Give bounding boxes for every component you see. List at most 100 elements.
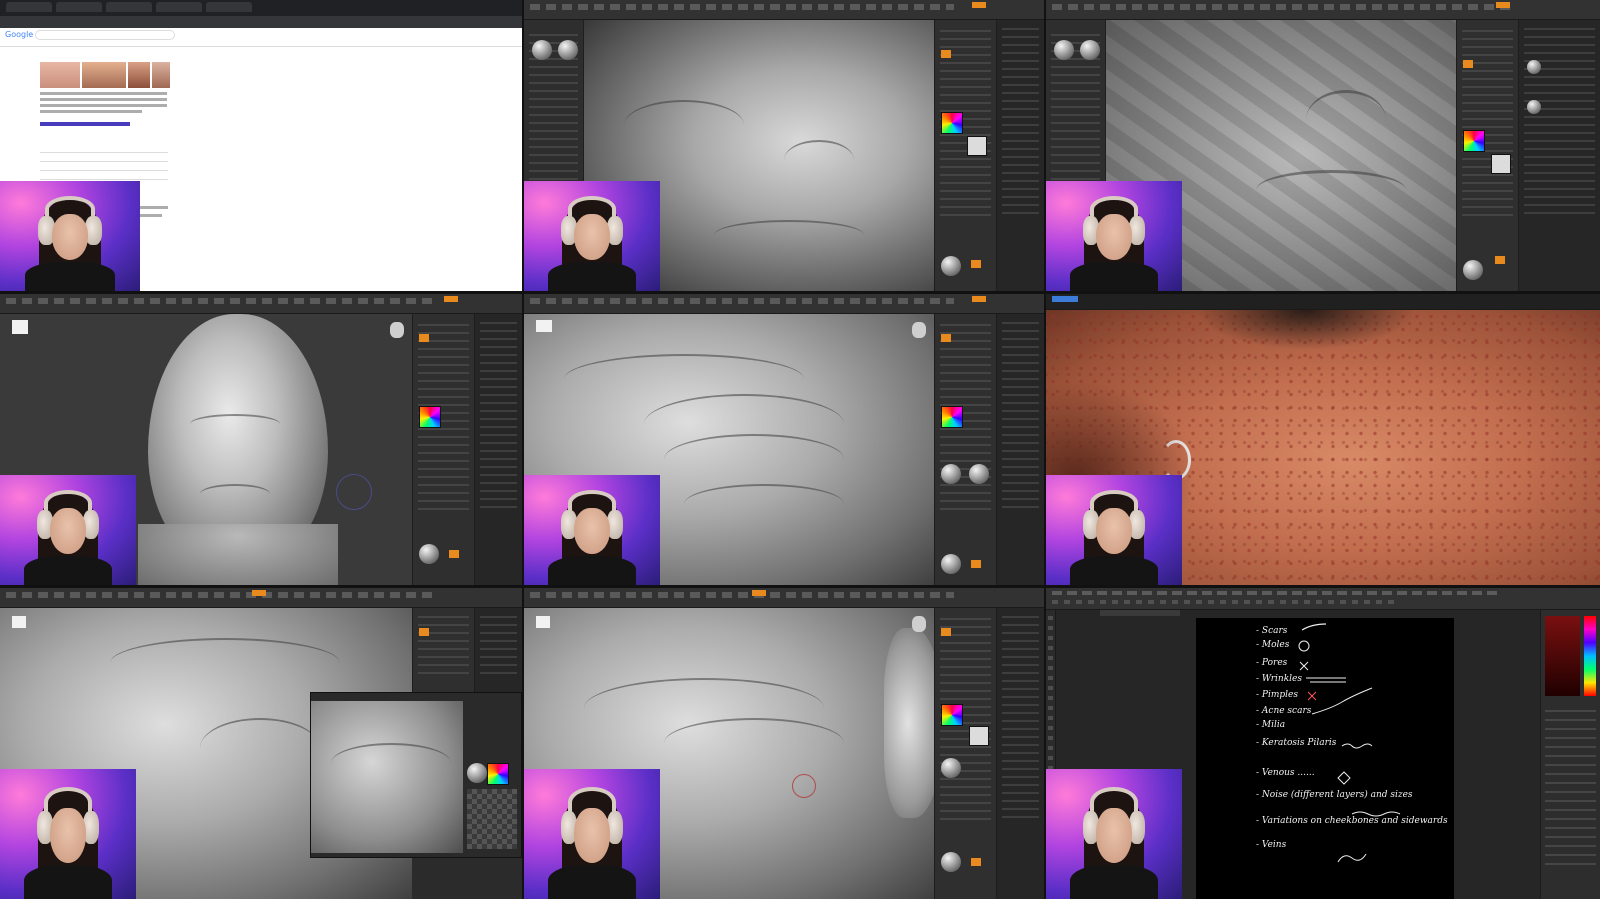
view-gizmo-icon[interactable] bbox=[390, 322, 404, 338]
subtool-thumbnail-icon[interactable] bbox=[1527, 60, 1541, 74]
search-input[interactable] bbox=[35, 30, 175, 40]
webcam-overlay bbox=[0, 181, 140, 291]
zbrush-subtool-palette[interactable] bbox=[474, 608, 522, 692]
zbrush-brush-palette[interactable] bbox=[934, 20, 996, 291]
browser-tab-bar bbox=[0, 0, 522, 16]
photoshop-panel: - Scars - Moles - Pores - Wrinkles - Pim… bbox=[1046, 588, 1600, 899]
color-picker-icon[interactable] bbox=[941, 704, 963, 726]
material-sphere-icon[interactable] bbox=[941, 554, 961, 574]
browser-tab[interactable] bbox=[6, 2, 52, 12]
result-image[interactable] bbox=[152, 62, 170, 88]
material-sphere-icon[interactable] bbox=[532, 40, 552, 60]
orange-toggle-button[interactable] bbox=[1463, 60, 1473, 68]
result-link[interactable] bbox=[40, 122, 130, 126]
orange-toggle-button[interactable] bbox=[971, 560, 981, 568]
result-image[interactable] bbox=[40, 62, 80, 88]
zbrush-menubar[interactable] bbox=[524, 294, 1044, 314]
orange-toggle-button[interactable] bbox=[971, 260, 981, 268]
color-picker-icon[interactable] bbox=[487, 763, 509, 785]
model-thumbnail-icon bbox=[12, 616, 26, 628]
zbrush-panel-eye bbox=[524, 294, 1044, 585]
eye-region bbox=[1196, 310, 1416, 350]
color-picker-icon[interactable] bbox=[941, 406, 963, 428]
zbrush-brush-palette[interactable] bbox=[412, 314, 474, 585]
material-sphere-icon[interactable] bbox=[941, 256, 961, 276]
orange-toggle-button[interactable] bbox=[941, 628, 951, 636]
zbrush-panel-reference bbox=[0, 588, 522, 899]
browser-tab[interactable] bbox=[56, 2, 102, 12]
view-gizmo-icon[interactable] bbox=[912, 322, 926, 338]
orange-toggle-button[interactable] bbox=[449, 550, 459, 558]
photoshop-menubar[interactable] bbox=[1046, 588, 1600, 610]
color-picker-icon[interactable] bbox=[941, 112, 963, 134]
zbrush-menubar[interactable] bbox=[524, 588, 1044, 608]
address-bar[interactable] bbox=[0, 16, 522, 28]
zbrush-brush-palette[interactable] bbox=[934, 314, 996, 585]
zbrush-panel-lowpoly bbox=[1046, 0, 1600, 291]
transparency-grid bbox=[467, 789, 517, 849]
zbrush-menubar[interactable] bbox=[524, 0, 1044, 20]
material-sphere-icon[interactable] bbox=[941, 758, 961, 778]
orange-toggle-button[interactable] bbox=[419, 334, 429, 342]
orange-toggle-button[interactable] bbox=[971, 858, 981, 866]
people-also-ask-row[interactable] bbox=[40, 152, 168, 153]
zbrush-subtool-palette[interactable] bbox=[474, 314, 522, 585]
orange-toggle-button[interactable] bbox=[941, 50, 951, 58]
material-sphere-icon[interactable] bbox=[941, 852, 961, 872]
photoshop-color-panel[interactable] bbox=[1540, 610, 1600, 899]
alpha-thumbnail-icon[interactable] bbox=[1491, 154, 1511, 174]
people-also-ask-row[interactable] bbox=[40, 161, 168, 162]
zbrush-brush-palette[interactable] bbox=[934, 608, 996, 899]
brush-sphere-icon[interactable] bbox=[558, 40, 578, 60]
subtool-thumbnail-icon[interactable] bbox=[1527, 100, 1541, 114]
zbrush-subtool-palette[interactable] bbox=[996, 608, 1044, 899]
zbrush-menubar[interactable] bbox=[0, 294, 522, 314]
webcam-overlay bbox=[1046, 769, 1182, 899]
result-image[interactable] bbox=[82, 62, 126, 88]
webcam-overlay bbox=[524, 769, 660, 899]
zbrush-menubar[interactable] bbox=[0, 588, 522, 608]
browser-tab[interactable] bbox=[156, 2, 202, 12]
google-logo[interactable]: Google bbox=[5, 30, 33, 39]
people-also-ask-row[interactable] bbox=[40, 170, 168, 171]
color-picker-icon[interactable] bbox=[1463, 130, 1485, 152]
results-tabs-divider bbox=[0, 46, 522, 47]
orange-toggle-button[interactable] bbox=[419, 628, 429, 636]
zbrush-subtool-palette[interactable] bbox=[996, 20, 1044, 291]
orange-toggle-button[interactable] bbox=[1495, 256, 1505, 264]
view-gizmo-icon[interactable] bbox=[912, 616, 926, 632]
snippet-line bbox=[40, 98, 167, 101]
orange-toggle-button[interactable] bbox=[941, 334, 951, 342]
zbrush-menubar[interactable] bbox=[1046, 0, 1600, 20]
color-picker-icon[interactable] bbox=[419, 406, 441, 428]
skin-reference-panel bbox=[1046, 294, 1600, 585]
material-sphere-icon[interactable] bbox=[941, 464, 961, 484]
zbrush-brush-palette[interactable] bbox=[1456, 20, 1518, 291]
alpha-thumbnail-icon[interactable] bbox=[969, 726, 989, 746]
material-sphere-icon[interactable] bbox=[419, 544, 439, 564]
zbrush-subtool-palette[interactable] bbox=[1518, 20, 1600, 291]
zbrush-subtool-palette[interactable] bbox=[996, 314, 1044, 585]
alpha-thumbnail-icon[interactable] bbox=[967, 136, 987, 156]
browser-tab[interactable] bbox=[206, 2, 252, 12]
webcam-overlay bbox=[0, 475, 136, 585]
image-viewer-bar[interactable] bbox=[1046, 294, 1600, 310]
zbrush-brush-palette[interactable] bbox=[412, 608, 474, 692]
material-sphere-icon[interactable] bbox=[1054, 40, 1074, 60]
people-also-ask-row[interactable] bbox=[40, 179, 168, 180]
brush-cursor-icon bbox=[792, 774, 816, 798]
webcam-overlay bbox=[1046, 181, 1182, 291]
browser-tab[interactable] bbox=[106, 2, 152, 12]
material-sphere-icon[interactable] bbox=[1463, 260, 1483, 280]
snippet-line bbox=[40, 110, 142, 113]
result-image[interactable] bbox=[128, 62, 150, 88]
reference-window[interactable] bbox=[310, 692, 522, 858]
material-sphere-icon[interactable] bbox=[467, 763, 487, 783]
document-tab[interactable] bbox=[1100, 610, 1180, 616]
webcam-overlay bbox=[1046, 475, 1182, 585]
brush-sphere-icon[interactable] bbox=[1080, 40, 1100, 60]
model-thumbnail-icon bbox=[536, 320, 552, 332]
notes-doodles bbox=[1298, 623, 1401, 863]
material-sphere-icon[interactable] bbox=[969, 464, 989, 484]
color-spectrum[interactable] bbox=[1584, 616, 1596, 696]
